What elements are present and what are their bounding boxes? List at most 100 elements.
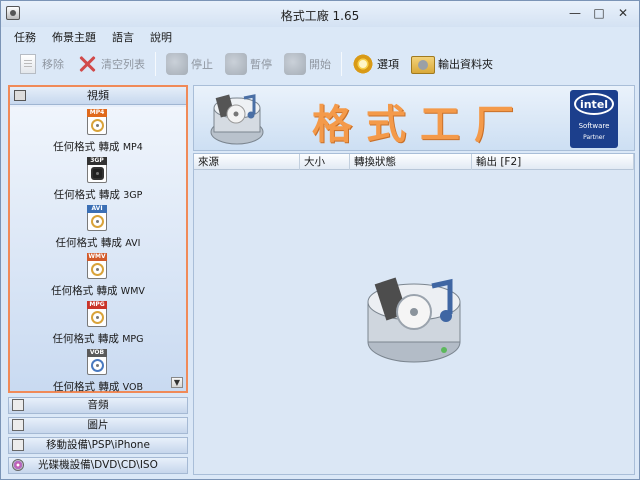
format-badge: AVI bbox=[87, 205, 107, 213]
vob-file-icon: VOB bbox=[87, 349, 107, 375]
label-format: MPG bbox=[122, 334, 144, 345]
disc bbox=[91, 215, 104, 228]
wmv-file-icon: WMV bbox=[87, 253, 107, 279]
list-item-label: 任何格式 轉成 MP4 bbox=[10, 139, 186, 154]
delete-x-icon bbox=[76, 53, 98, 75]
label-text: 任何格式 轉成 bbox=[55, 237, 122, 249]
output-folder-button[interactable]: 輸出資料夾 bbox=[407, 50, 497, 78]
list-item-label: 任何格式 轉成 AVI bbox=[10, 235, 186, 250]
video-category-header[interactable]: 視頻 bbox=[10, 87, 186, 105]
label-format: WMV bbox=[120, 286, 145, 297]
menu-tasks[interactable]: 任務 bbox=[11, 29, 39, 45]
remove-button[interactable]: 移除 bbox=[13, 50, 68, 78]
intel-software-text: Software bbox=[578, 122, 610, 130]
mobile-category-label: 移動設備\PSP\iPhone bbox=[46, 439, 150, 451]
menu-help[interactable]: 說明 bbox=[147, 29, 175, 45]
mpg-file-icon: MPG bbox=[87, 301, 107, 327]
disc bbox=[91, 359, 104, 372]
disc bbox=[91, 263, 104, 276]
close-button[interactable]: ✕ bbox=[613, 5, 633, 21]
folder-icon bbox=[411, 56, 435, 74]
intel-software-partner-logo: intel Software Partner bbox=[570, 90, 618, 148]
convert-to-vob-item[interactable]: VOB 任何格式 轉成 VOB bbox=[10, 349, 186, 395]
column-size[interactable]: 大小 bbox=[300, 154, 350, 170]
task-table[interactable]: 來源 大小 轉換狀態 輸出 [F2] bbox=[193, 153, 635, 475]
optical-category-button[interactable]: 光碟機設備\DVD\CD\ISO bbox=[8, 457, 188, 474]
label-text: 任何格式 轉成 bbox=[52, 333, 119, 345]
banner: 格式工厂 intel Software Partner bbox=[193, 85, 635, 151]
label-text: 任何格式 轉成 bbox=[51, 285, 118, 297]
intel-word: intel bbox=[579, 98, 609, 111]
label-format: VOB bbox=[122, 382, 143, 393]
clear-list-button[interactable]: 清空列表 bbox=[72, 50, 149, 78]
mobile-device-icon bbox=[12, 439, 24, 451]
stop-button[interactable]: 停止 bbox=[162, 50, 217, 78]
list-item-label: 任何格式 轉成 VOB bbox=[10, 379, 186, 394]
video-category-panel: 視頻 MP4 任何格式 轉成 MP4 3GP 任何格式 轉成 3GP AVI 任… bbox=[8, 85, 188, 393]
brand-title: 格式工厂 bbox=[312, 101, 528, 148]
clear-list-label: 清空列表 bbox=[101, 58, 145, 71]
pause-icon bbox=[225, 53, 247, 75]
title-bar: 格式工廠 1.65 — □ ✕ bbox=[1, 1, 639, 27]
pause-label: 暫停 bbox=[250, 58, 272, 71]
convert-to-avi-item[interactable]: AVI 任何格式 轉成 AVI bbox=[10, 205, 186, 251]
app-window: 格式工廠 1.65 — □ ✕ 任務 佈景主題 語言 說明 移除 清空列表 停止… bbox=[0, 0, 640, 480]
pause-button[interactable]: 暫停 bbox=[221, 50, 276, 78]
stop-label: 停止 bbox=[191, 58, 213, 71]
label-text: 任何格式 轉成 bbox=[53, 141, 120, 153]
label-format: MP4 bbox=[122, 142, 143, 153]
picture-category-label: 圖片 bbox=[87, 419, 109, 431]
column-status[interactable]: 轉換狀態 bbox=[350, 154, 472, 170]
picture-category-button[interactable]: 圖片 bbox=[8, 417, 188, 434]
disc bbox=[91, 311, 104, 324]
video-conversion-list: MP4 任何格式 轉成 MP4 3GP 任何格式 轉成 3GP AVI 任何格式… bbox=[10, 107, 186, 393]
format-badge: 3GP bbox=[87, 157, 107, 165]
convert-to-3gp-item[interactable]: 3GP 任何格式 轉成 3GP bbox=[10, 157, 186, 203]
audio-category-label: 音頻 bbox=[87, 399, 109, 411]
music-note-icon bbox=[12, 399, 24, 411]
toolbar-separator bbox=[341, 52, 342, 76]
intel-partner-text: Partner bbox=[583, 134, 605, 141]
list-item-label: 任何格式 轉成 3GP bbox=[10, 187, 186, 202]
optical-category-label: 光碟機設備\DVD\CD\ISO bbox=[38, 459, 158, 471]
format-factory-watermark-icon bbox=[367, 277, 461, 363]
video-category-label: 視頻 bbox=[87, 89, 109, 102]
menu-bar: 任務 佈景主題 語言 說明 bbox=[1, 27, 639, 47]
list-item-label: 任何格式 轉成 WMV bbox=[10, 283, 186, 298]
film-icon bbox=[14, 90, 26, 101]
disc bbox=[91, 119, 104, 132]
format-badge: VOB bbox=[87, 349, 107, 357]
disc-icon bbox=[12, 459, 24, 471]
stop-icon bbox=[166, 53, 188, 75]
minimize-button[interactable]: — bbox=[565, 5, 585, 21]
toolbar: 移除 清空列表 停止 暫停 開始 選項 輸出資料夾 bbox=[1, 47, 639, 81]
convert-to-mp4-item[interactable]: MP4 任何格式 轉成 MP4 bbox=[10, 109, 186, 155]
column-output[interactable]: 輸出 [F2] bbox=[472, 154, 634, 170]
output-folder-label: 輸出資料夾 bbox=[438, 58, 493, 71]
mp4-file-icon: MP4 bbox=[87, 109, 107, 135]
menu-skin[interactable]: 佈景主題 bbox=[49, 29, 99, 45]
menu-language[interactable]: 語言 bbox=[109, 29, 137, 45]
maximize-button[interactable]: □ bbox=[589, 5, 609, 21]
format-badge: MP4 bbox=[87, 109, 107, 117]
convert-to-wmv-item[interactable]: WMV 任何格式 轉成 WMV bbox=[10, 253, 186, 299]
label-format: AVI bbox=[125, 238, 141, 249]
mobile-category-button[interactable]: 移動設備\PSP\iPhone bbox=[8, 437, 188, 454]
format-badge: WMV bbox=[87, 253, 107, 261]
scroll-down-icon[interactable]: ▼ bbox=[171, 377, 183, 388]
options-button[interactable]: 選項 bbox=[348, 50, 403, 78]
column-source[interactable]: 來源 bbox=[194, 154, 300, 170]
document-icon bbox=[20, 54, 36, 74]
label-text: 任何格式 轉成 bbox=[53, 189, 120, 201]
3gp-file-icon: 3GP bbox=[87, 157, 107, 183]
window-title: 格式工廠 1.65 bbox=[280, 9, 360, 23]
gear-icon bbox=[352, 53, 374, 75]
disc bbox=[91, 167, 104, 180]
start-button[interactable]: 開始 bbox=[280, 50, 335, 78]
image-icon bbox=[12, 419, 24, 431]
list-item-label: 任何格式 轉成 MPG bbox=[10, 331, 186, 346]
convert-to-mpg-item[interactable]: MPG 任何格式 轉成 MPG bbox=[10, 301, 186, 347]
table-header: 來源 大小 轉換狀態 輸出 [F2] bbox=[194, 154, 634, 170]
audio-category-button[interactable]: 音頻 bbox=[8, 397, 188, 414]
format-badge: MPG bbox=[87, 301, 107, 309]
